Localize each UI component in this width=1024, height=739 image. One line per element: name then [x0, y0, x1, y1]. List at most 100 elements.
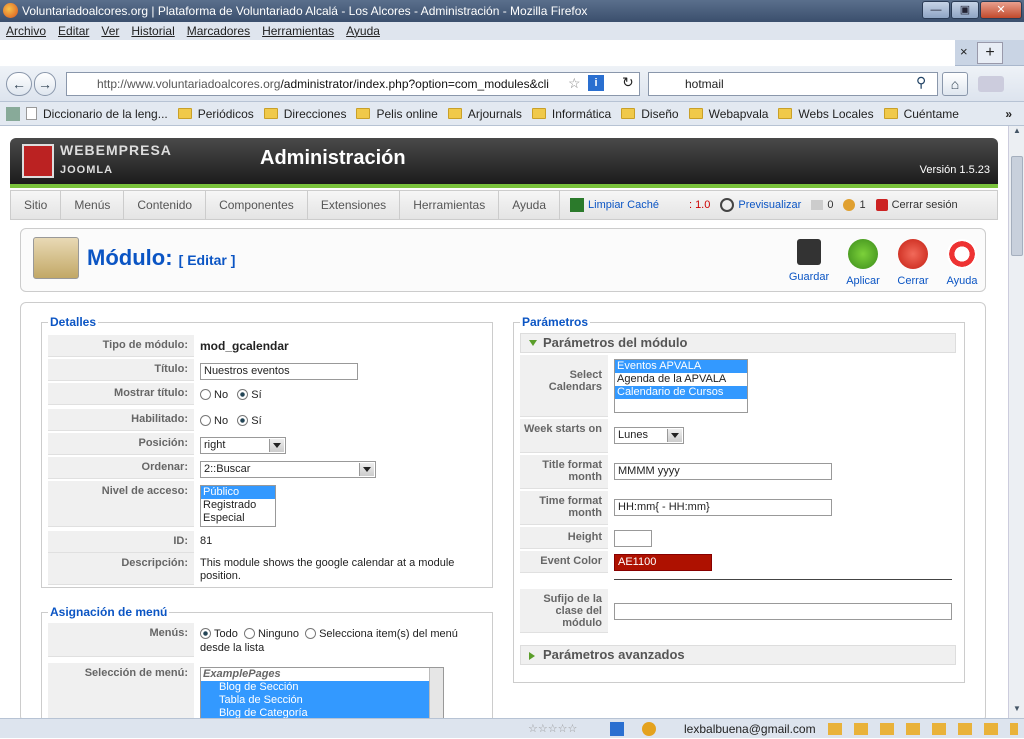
bookmark-folder[interactable]: Periódicos: [177, 107, 254, 121]
bookmark-folder[interactable]: Diseño: [621, 107, 679, 121]
search-input[interactable]: hotmail: [648, 72, 938, 96]
minimize-button[interactable]: —: [922, 1, 950, 19]
calendar-option[interactable]: Eventos APVALA: [615, 360, 747, 373]
enabled-no-radio[interactable]: [200, 415, 211, 426]
height-input[interactable]: [614, 530, 652, 547]
position-select[interactable]: right: [200, 437, 286, 454]
menu-item[interactable]: Tabla de Sección: [201, 694, 443, 707]
menu-herramientas-admin[interactable]: Herramientas: [400, 190, 500, 220]
firefox-icon: [3, 3, 18, 18]
access-option[interactable]: Registrado: [201, 499, 275, 512]
save-button[interactable]: Guardar: [783, 239, 835, 283]
search-icon[interactable]: ⚲: [916, 74, 926, 91]
menu-historial[interactable]: Historial: [131, 22, 174, 40]
order-select[interactable]: 2::Buscar: [200, 461, 376, 478]
listbox-scrollbar[interactable]: [429, 668, 443, 718]
menu-herramientas[interactable]: Herramientas: [262, 22, 334, 40]
clear-cache-link[interactable]: Limpiar Caché: [570, 198, 659, 212]
tab-close-icon[interactable]: ×: [960, 44, 968, 59]
apply-button[interactable]: Aplicar: [837, 239, 889, 287]
event-color-input[interactable]: AE1100: [614, 554, 712, 571]
bookmark-folder[interactable]: Arjournals: [447, 107, 522, 121]
bookmarks-menu-icon[interactable]: [6, 106, 20, 121]
bookmark-folder[interactable]: Cuéntame: [883, 107, 959, 121]
reload-icon[interactable]: ↻: [622, 74, 634, 91]
bookmark-folder[interactable]: Informática: [531, 107, 611, 121]
menus-select-radio[interactable]: [305, 628, 317, 639]
home-button[interactable]: ⌂: [942, 72, 968, 96]
menu-sitio[interactable]: Sitio: [11, 190, 62, 220]
menu-contenido[interactable]: Contenido: [124, 190, 207, 220]
back-button[interactable]: ←: [6, 72, 32, 96]
access-listbox[interactable]: Público Registrado Especial: [200, 485, 276, 527]
show-title-no-radio[interactable]: [200, 389, 211, 400]
scroll-up-icon[interactable]: ▲: [1009, 126, 1024, 140]
menu-componentes[interactable]: Componentes: [206, 190, 308, 220]
module-params-panel-header[interactable]: Parámetros del módulo: [520, 333, 956, 353]
messages-count[interactable]: 0: [811, 199, 833, 211]
menus-all-radio[interactable]: [200, 628, 211, 639]
logout-link[interactable]: Cerrar sesión: [875, 199, 958, 211]
gmail-account[interactable]: lexbalbuena@gmail.com: [684, 719, 816, 739]
title-input[interactable]: Nuestros eventos: [200, 363, 358, 380]
bookmark-folder[interactable]: Direcciones: [263, 107, 346, 121]
menu-ver[interactable]: Ver: [101, 22, 119, 40]
row-description: Descripción: This module shows the google…: [48, 553, 488, 585]
bookmark-star-icon[interactable]: ☆: [568, 75, 581, 92]
title-format-input[interactable]: MMMM yyyy: [614, 463, 832, 480]
maximize-button[interactable]: ▣: [951, 1, 979, 19]
params-fieldset: Parámetros Parámetros del módulo Select …: [513, 315, 965, 683]
details-fieldset: Detalles Tipo de módulo: mod_gcalendar Tí…: [41, 315, 493, 588]
mail-notifier-icons[interactable]: [828, 723, 1018, 735]
menu-extensiones[interactable]: Extensiones: [308, 190, 401, 220]
bookmark-item[interactable]: Diccionario de la leng...: [26, 107, 168, 121]
bookmarks-overflow[interactable]: »: [1005, 107, 1012, 121]
menu-ayuda-admin[interactable]: Ayuda: [499, 190, 561, 220]
suffix-input[interactable]: [614, 603, 952, 620]
addon-status-icon[interactable]: [610, 722, 624, 736]
calendar-option[interactable]: Calendario de Cursos: [615, 386, 747, 399]
close-window-button[interactable]: ✕: [980, 1, 1022, 19]
access-option[interactable]: Público: [201, 486, 275, 499]
menu-item[interactable]: Blog de Categoría: [201, 707, 443, 718]
enabled-yes-radio[interactable]: [237, 415, 249, 426]
menu-item[interactable]: Blog de Sección: [201, 681, 443, 694]
folder-icon: [177, 108, 192, 119]
menu-selection-listbox[interactable]: ExamplePages Blog de Sección Tabla de Secc…: [200, 667, 444, 718]
show-title-yes-radio[interactable]: [237, 389, 249, 400]
menu-menus[interactable]: Menús: [61, 190, 125, 220]
scroll-thumb[interactable]: [1011, 156, 1023, 256]
info-icon[interactable]: i: [588, 75, 604, 91]
bookmark-folder[interactable]: Webapvala: [688, 107, 768, 121]
rating-stars-icon[interactable]: ☆☆☆☆☆: [528, 723, 608, 735]
menu-ayuda[interactable]: Ayuda: [346, 22, 380, 40]
forward-button[interactable]: →: [34, 72, 56, 96]
scroll-down-icon[interactable]: ▼: [1009, 704, 1024, 718]
close-button[interactable]: Cerrar: [887, 239, 939, 287]
calendars-listbox[interactable]: Eventos APVALA Agenda de la APVALA Calenda…: [614, 359, 748, 413]
menu-assignment-fieldset: Asignación de menú Menús: Todo Ninguno Se…: [41, 605, 493, 718]
row-week-starts: Week starts on Lunes: [520, 419, 954, 453]
menu-marcadores[interactable]: Marcadores: [187, 22, 250, 40]
preview-link[interactable]: Previsualizar: [720, 198, 801, 212]
menus-none-radio[interactable]: [243, 628, 255, 639]
access-option[interactable]: Especial: [201, 512, 275, 525]
new-tab-button[interactable]: +: [977, 42, 1003, 64]
menu-editar[interactable]: Editar: [58, 22, 89, 40]
addon-icon[interactable]: [978, 76, 1004, 92]
time-format-input[interactable]: HH:mm{ - HH:mm}: [614, 499, 832, 516]
calendar-option[interactable]: Agenda de la APVALA: [615, 373, 747, 386]
help-button[interactable]: Ayuda: [936, 239, 988, 287]
page-scrollbar[interactable]: ▲ ▼: [1008, 126, 1024, 718]
bookmark-folder[interactable]: Webs Locales: [778, 107, 874, 121]
page-title: Módulo: [ Editar ]: [87, 245, 236, 270]
advanced-params-panel-header[interactable]: Parámetros avanzados: [520, 645, 956, 665]
active-tab[interactable]: [0, 40, 955, 66]
url-bar[interactable]: http://www.voluntariadoalcores.org/admin…: [66, 72, 640, 96]
account-icon[interactable]: [642, 722, 656, 736]
bookmark-folder[interactable]: Pelis online: [356, 107, 438, 121]
menu-archivo[interactable]: Archivo: [6, 22, 46, 40]
users-count[interactable]: 1: [843, 199, 866, 211]
week-start-select[interactable]: Lunes: [614, 427, 684, 444]
row-order: Ordenar: 2::Buscar: [48, 457, 488, 479]
